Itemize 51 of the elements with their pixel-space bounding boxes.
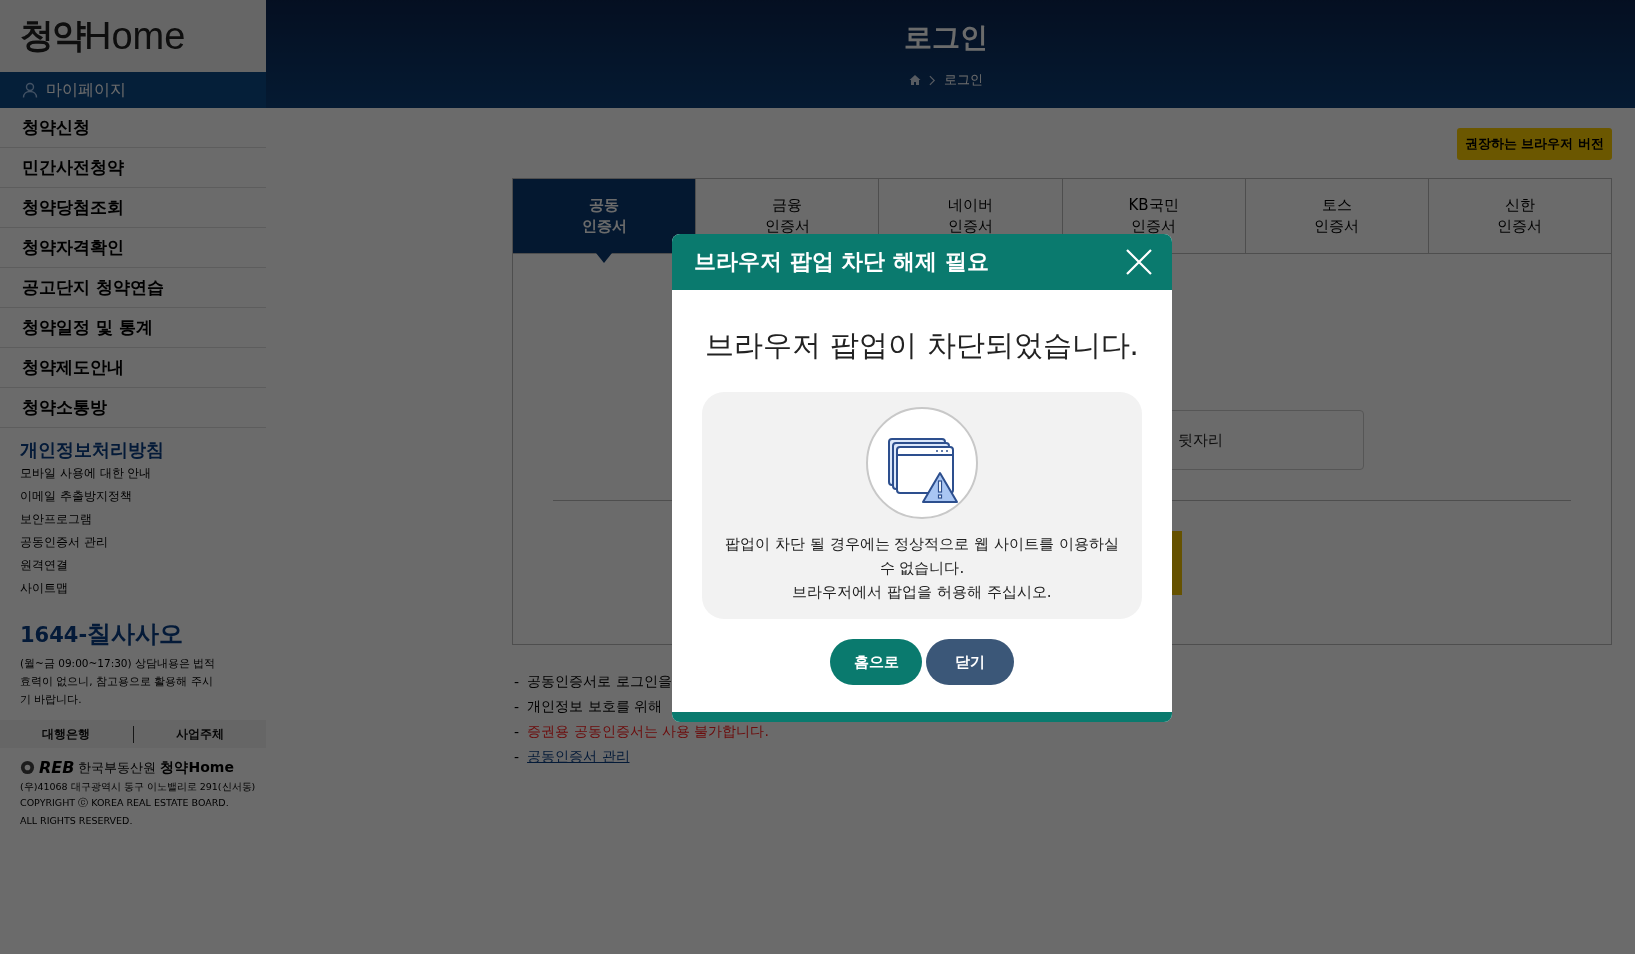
- footer-tab[interactable]: 대행은행: [0, 725, 133, 743]
- sidebar-menu-item[interactable]: 청약신청: [0, 108, 266, 148]
- org-name: 한국부동산원: [78, 758, 157, 777]
- sidebar-menu-item[interactable]: 공고단지 청약연습: [0, 268, 266, 308]
- certificate-tab[interactable]: 토스 인증서: [1244, 179, 1428, 253]
- page-title: 로그인: [903, 20, 988, 56]
- mypage-link[interactable]: 마이페이지: [0, 72, 266, 108]
- reb-emblem-icon: [20, 760, 35, 775]
- bullet-mark: -: [514, 673, 520, 690]
- footer-link[interactable]: 모바일 사용에 대한 안내: [0, 462, 266, 485]
- footer-link[interactable]: 원격연결: [0, 554, 266, 577]
- bullet-mark: -: [514, 723, 520, 740]
- recommended-browser-button[interactable]: 권장하는 브라우저 버전: [1456, 128, 1612, 160]
- bullet-mark: -: [514, 748, 520, 765]
- home-icon[interactable]: [908, 74, 921, 86]
- close-icon[interactable]: [1126, 249, 1152, 275]
- dialog-message: 브라우저에서 팝업을 허용해 주십시오.: [792, 582, 1052, 603]
- dialog-heading: 브라우저 팝업이 차단되었습니다.: [705, 327, 1139, 364]
- notice-text: 증권용 공동인증서는 사용 불가합니다.: [527, 722, 769, 741]
- certificate-tab[interactable]: 신한 인증서: [1427, 179, 1612, 253]
- sidebar-menu-item[interactable]: 민간사전청약: [0, 148, 266, 188]
- sidebar-menu-item[interactable]: 청약당첨조회: [0, 188, 266, 228]
- footer-tab[interactable]: 사업주체: [132, 725, 266, 743]
- tab-pointer-icon: [596, 253, 613, 263]
- user-icon: [22, 82, 38, 98]
- close-button[interactable]: 닫기: [926, 639, 1014, 685]
- footer-link[interactable]: 공동인증서 관리: [0, 531, 266, 554]
- dialog-message: 팝업이 차단 될 경우에는 정상적으로 웹 사이트를 이용하실 수 없습니다.: [724, 534, 1120, 579]
- blocked-window-warning-icon: [866, 407, 978, 519]
- phone-number: 1644-칠사사오: [19, 619, 185, 650]
- copyright-text: COPYRIGHT ⓒ KOREA REAL ESTATE BOARD. ALL RIGHTS RESERVED.: [19, 796, 230, 828]
- notice-text: 개인정보 보호를 위해: [527, 697, 662, 716]
- sidebar-menu-item[interactable]: 청약소통방: [0, 388, 266, 428]
- sidebar-menu-item[interactable]: 청약일정 및 통계: [0, 308, 266, 348]
- hours-note: (월~금 09:00~17:30) 상담내용은 법적효력이 없으니, 참고용으로 활용해 주시기 바랍니다.: [19, 656, 217, 707]
- org-logo-text: REB: [39, 758, 75, 777]
- notice-text: 공동인증서로 로그인을: [527, 672, 672, 691]
- certificate-manage-link[interactable]: 공동인증서 관리: [527, 747, 630, 766]
- address-text: (우)41068 대구광역시 동구 이노밸리로 291(신서동): [19, 781, 257, 794]
- sidebar-menu-item[interactable]: 청약자격확인: [0, 228, 266, 268]
- bullet-mark: -: [514, 698, 520, 715]
- small-site-logo: 청약Home: [160, 758, 234, 777]
- site-logo[interactable]: 청약Home: [0, 0, 266, 72]
- breadcrumb-item[interactable]: 로그인: [943, 71, 983, 89]
- footer-link[interactable]: 이메일 추출방지정책: [0, 485, 266, 508]
- privacy-policy-link[interactable]: 개인정보처리방침: [0, 438, 266, 462]
- sidebar-menu-item[interactable]: 청약제도안내: [0, 348, 266, 388]
- footer-link[interactable]: 보안프로그램: [0, 508, 266, 531]
- home-button[interactable]: 홈으로: [830, 639, 922, 685]
- footer-link[interactable]: 사이트맵: [0, 577, 266, 600]
- chevron-right-icon: [928, 74, 936, 86]
